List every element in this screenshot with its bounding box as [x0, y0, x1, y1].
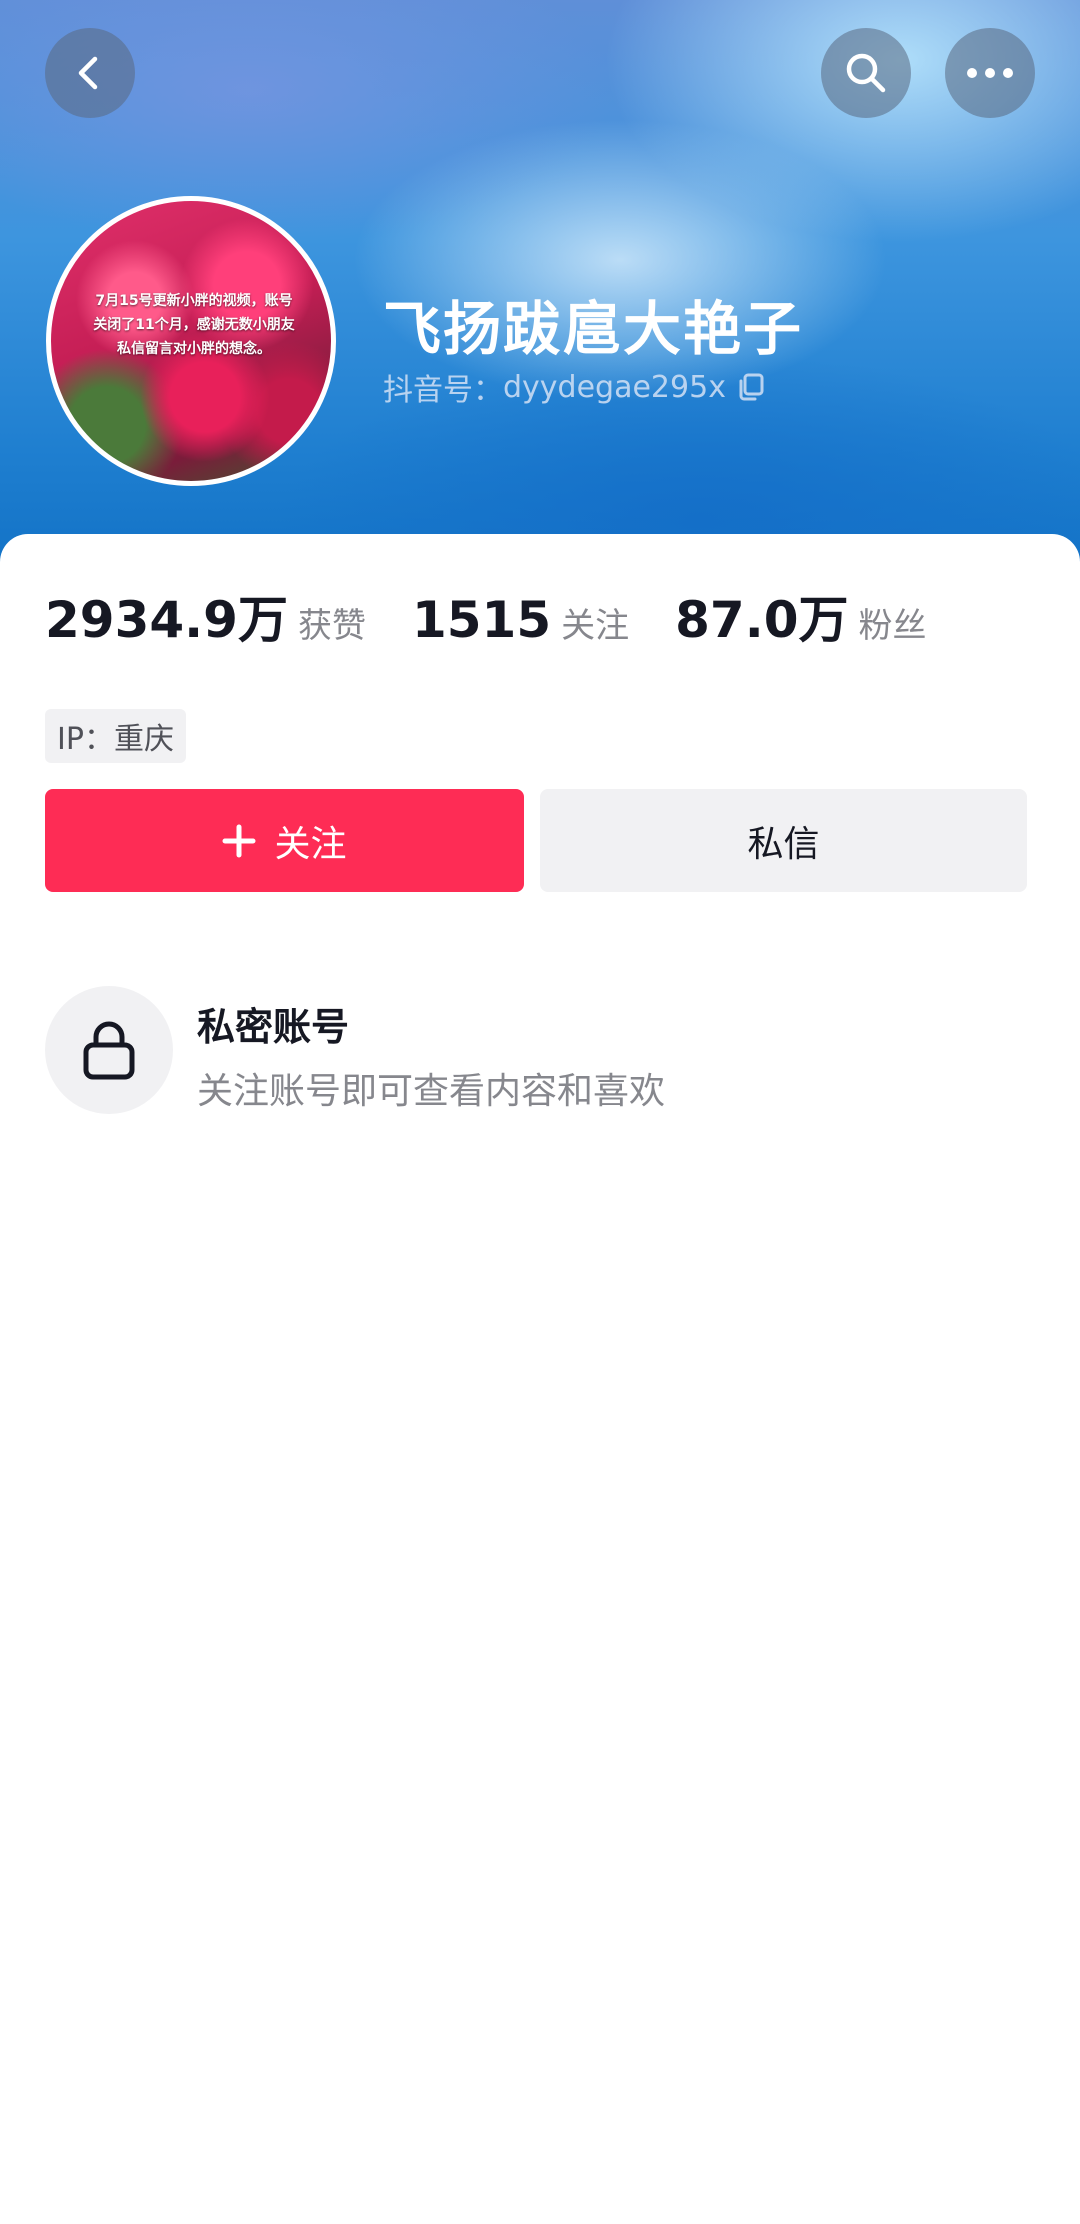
- message-button-label: 私信: [747, 823, 820, 865]
- stat-likes[interactable]: 2934.9万 获赞: [45, 580, 366, 652]
- copy-icon[interactable]: [736, 372, 766, 402]
- douyin-id: dyydegae295x: [503, 369, 726, 405]
- private-account-icon-wrap: [45, 986, 173, 1114]
- more-button[interactable]: [945, 28, 1035, 118]
- search-icon: [846, 53, 886, 93]
- chevron-left-icon: [78, 56, 98, 90]
- douyin-id-row[interactable]: 抖音号： dyydegae295x: [383, 365, 766, 409]
- follow-button[interactable]: 关注: [45, 789, 524, 892]
- ip-location-tag: IP：重庆: [45, 709, 186, 763]
- avatar-caption: 7月15号更新小胖的视频，账号 关闭了11个月，感谢无数小朋友 私信留言对小胖的…: [93, 293, 295, 357]
- profile-screen: 7月15号更新小胖的视频，账号 关闭了11个月，感谢无数小朋友 私信留言对小胖的…: [0, 0, 1080, 2224]
- follow-button-label: 关注: [274, 823, 347, 865]
- stat-label: 关注: [561, 606, 630, 646]
- private-account-description: 关注账号即可查看内容和喜欢: [197, 1071, 666, 1112]
- private-account-title: 私密账号: [197, 1005, 350, 1049]
- profile-banner: 7月15号更新小胖的视频，账号 关闭了11个月，感谢无数小朋友 私信留言对小胖的…: [0, 0, 1080, 600]
- stat-followers[interactable]: 87.0万 粉丝: [675, 580, 926, 652]
- stat-value: 1515: [411, 591, 552, 649]
- stat-following[interactable]: 1515 关注: [412, 591, 629, 649]
- stat-value: 87.0万: [675, 591, 849, 649]
- message-button[interactable]: 私信: [540, 789, 1027, 892]
- avatar[interactable]: 7月15号更新小胖的视频，账号 关闭了11个月，感谢无数小朋友 私信留言对小胖的…: [46, 196, 336, 486]
- douyin-id-label: 抖音号：: [383, 373, 503, 408]
- lock-icon: [83, 1021, 135, 1080]
- stat-label: 获赞: [297, 606, 366, 646]
- back-button[interactable]: [45, 28, 135, 118]
- search-button[interactable]: [821, 28, 911, 118]
- profile-card: 2934.9万 获赞 1515 关注 87.0万 粉丝 IP：重庆 关注 私信: [0, 534, 1080, 2224]
- username: 飞扬跋扈大艳子: [383, 295, 804, 363]
- stat-value: 2934.9万: [45, 591, 288, 649]
- plus-icon: [222, 824, 256, 857]
- stats-row: 2934.9万 获赞 1515 关注 87.0万 粉丝: [45, 580, 927, 652]
- more-dots-icon: [967, 68, 1013, 78]
- stat-label: 粉丝: [858, 606, 927, 646]
